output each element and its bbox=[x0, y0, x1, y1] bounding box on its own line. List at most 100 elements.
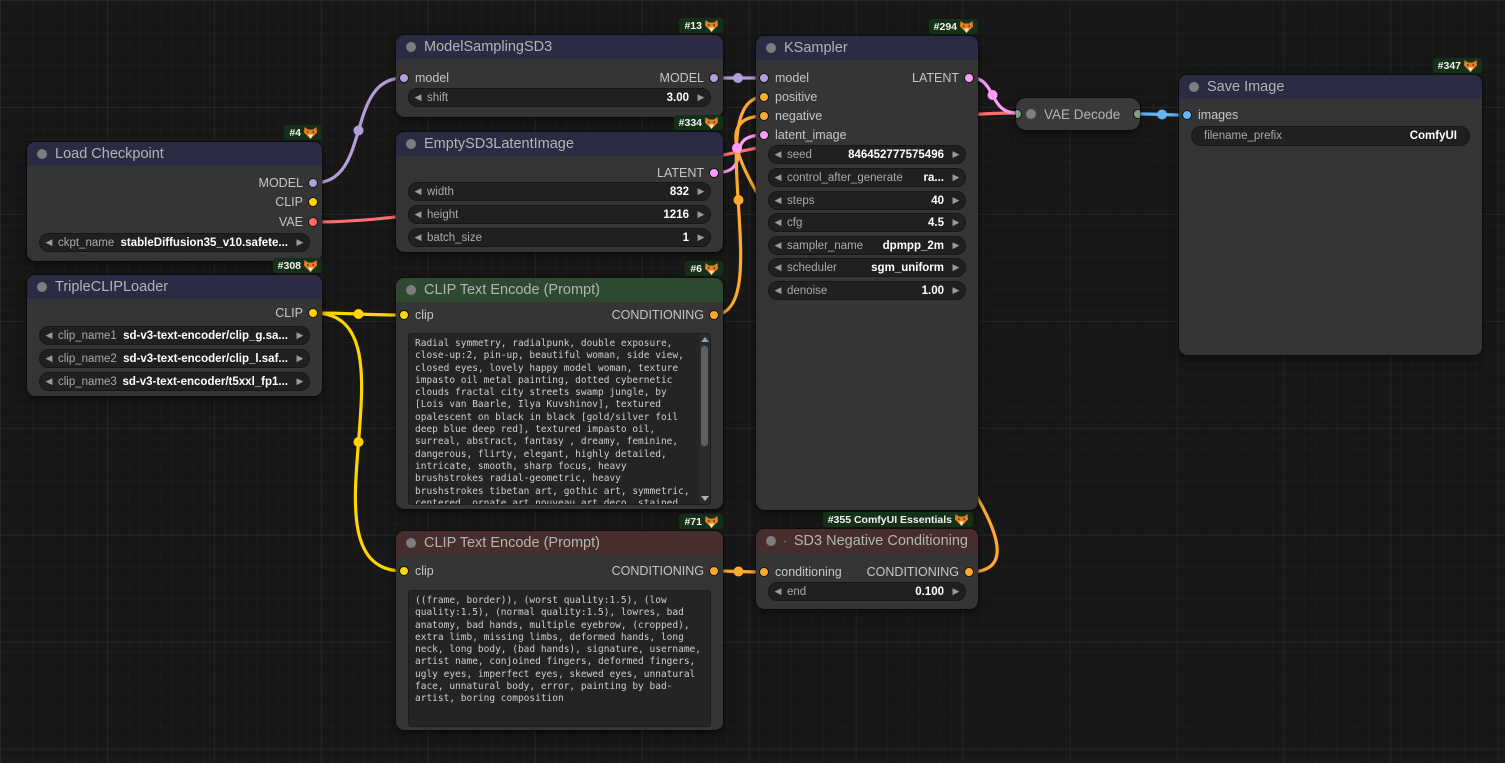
conditioning-output-port[interactable] bbox=[709, 566, 719, 576]
widget-clip-name3[interactable]: ◀ clip_name3 sd-v3-text-encoder/t5xxl_fp… bbox=[39, 372, 310, 391]
decrement-arrow-icon[interactable]: ◀ bbox=[409, 206, 427, 223]
widget-control-after-generate[interactable]: ◀ control_after_generate ra... ▶ bbox=[768, 168, 966, 187]
next-arrow-icon[interactable]: ▶ bbox=[947, 169, 965, 186]
latent-image-input-port[interactable] bbox=[758, 130, 769, 140]
clip-output-port[interactable] bbox=[308, 308, 318, 318]
widget-sampler-name[interactable]: ◀ sampler_name dpmpp_2m ▶ bbox=[768, 236, 966, 255]
decrement-arrow-icon[interactable]: ◀ bbox=[409, 183, 427, 200]
decrement-arrow-icon[interactable]: ◀ bbox=[769, 214, 787, 231]
increment-arrow-icon[interactable]: ▶ bbox=[947, 214, 965, 231]
fox-icon bbox=[705, 19, 718, 32]
next-arrow-icon[interactable]: ▶ bbox=[947, 259, 965, 276]
scroll-thumb[interactable] bbox=[701, 346, 708, 446]
increment-arrow-icon[interactable]: ▶ bbox=[947, 192, 965, 209]
node-header[interactable]: CLIP Text Encode (Prompt) bbox=[396, 531, 723, 555]
collapse-dot[interactable] bbox=[37, 149, 47, 159]
next-arrow-icon[interactable]: ▶ bbox=[291, 327, 309, 344]
clip-input-port[interactable] bbox=[398, 310, 409, 320]
collapse-dot[interactable] bbox=[766, 536, 776, 546]
collapsed-output-port[interactable] bbox=[1133, 109, 1140, 119]
collapse-dot[interactable] bbox=[406, 285, 416, 295]
node-header[interactable]: CLIP Text Encode (Prompt) bbox=[396, 278, 723, 302]
widget-denoise[interactable]: ◀ denoise 1.00 ▶ bbox=[768, 281, 966, 300]
widget-shift[interactable]: ◀ shift 3.00 ▶ bbox=[408, 88, 711, 107]
prev-arrow-icon[interactable]: ◀ bbox=[769, 169, 787, 186]
model-output-port[interactable] bbox=[709, 73, 719, 83]
prev-arrow-icon[interactable]: ◀ bbox=[40, 350, 58, 367]
positive-prompt-textarea[interactable]: Radial symmetry, radialpunk, double expo… bbox=[408, 333, 711, 505]
increment-arrow-icon[interactable]: ▶ bbox=[692, 183, 710, 200]
next-arrow-icon[interactable]: ▶ bbox=[291, 373, 309, 390]
next-arrow-icon[interactable]: ▶ bbox=[947, 237, 965, 254]
prev-arrow-icon[interactable]: ◀ bbox=[40, 373, 58, 390]
collapsed-input-port[interactable] bbox=[1016, 109, 1022, 119]
positive-input-port[interactable] bbox=[758, 92, 769, 102]
increment-arrow-icon[interactable]: ▶ bbox=[692, 229, 710, 246]
widget-cfg[interactable]: ◀ cfg 4.5 ▶ bbox=[768, 213, 966, 232]
collapse-dot[interactable] bbox=[406, 42, 416, 52]
node-vae-decode[interactable]: VAE Decode bbox=[1015, 97, 1141, 131]
node-header[interactable]: EmptySD3LatentImage bbox=[396, 132, 723, 156]
increment-arrow-icon[interactable]: ▶ bbox=[692, 89, 710, 106]
decrement-arrow-icon[interactable]: ◀ bbox=[409, 89, 427, 106]
node-header[interactable]: TripleCLIPLoader bbox=[27, 275, 322, 299]
node-header[interactable]: KSampler bbox=[756, 36, 978, 60]
scroll-up-icon[interactable] bbox=[700, 337, 709, 342]
collapse-dot[interactable] bbox=[1189, 82, 1199, 92]
decrement-arrow-icon[interactable]: ◀ bbox=[409, 229, 427, 246]
decrement-arrow-icon[interactable]: ◀ bbox=[769, 583, 787, 600]
widget-scheduler[interactable]: ◀ scheduler sgm_uniform ▶ bbox=[768, 258, 966, 277]
decrement-arrow-icon[interactable]: ◀ bbox=[769, 192, 787, 209]
increment-arrow-icon[interactable]: ▶ bbox=[692, 206, 710, 223]
decrement-arrow-icon[interactable]: ◀ bbox=[769, 282, 787, 299]
conditioning-output-port[interactable] bbox=[964, 567, 974, 577]
collapse-dot[interactable] bbox=[406, 139, 416, 149]
clip-output-port[interactable] bbox=[308, 197, 318, 207]
node-header[interactable]: SD3 Negative Conditioning bbox=[756, 529, 978, 553]
node-canvas[interactable]: #4 Load Checkpoint MODEL CLIP VAE ◀ ckpt… bbox=[0, 0, 1505, 763]
node-header[interactable]: Save Image bbox=[1179, 75, 1482, 99]
collapse-dot[interactable] bbox=[406, 538, 416, 548]
vae-output-port[interactable] bbox=[308, 217, 318, 227]
widget-batch-size[interactable]: ◀ batch_size 1 ▶ bbox=[408, 228, 711, 247]
collapse-dot[interactable] bbox=[766, 43, 776, 53]
widget-clip-name2[interactable]: ◀ clip_name2 sd-v3-text-encoder/clip_l.s… bbox=[39, 349, 310, 368]
model-output-port[interactable] bbox=[308, 178, 318, 188]
widget-width[interactable]: ◀ width 832 ▶ bbox=[408, 182, 711, 201]
widget-clip-name1[interactable]: ◀ clip_name1 sd-v3-text-encoder/clip_g.s… bbox=[39, 326, 310, 345]
prev-arrow-icon[interactable]: ◀ bbox=[769, 237, 787, 254]
scroll-down-icon[interactable] bbox=[700, 496, 709, 501]
collapse-dot[interactable] bbox=[1026, 109, 1036, 119]
conditioning-output-port[interactable] bbox=[709, 310, 719, 320]
increment-arrow-icon[interactable]: ▶ bbox=[947, 146, 965, 163]
widget-filename-prefix[interactable]: filename_prefix ComfyUI bbox=[1191, 126, 1470, 146]
next-arrow-icon[interactable]: ▶ bbox=[291, 234, 309, 251]
clip-input-port[interactable] bbox=[398, 566, 409, 576]
widget-end[interactable]: ◀ end 0.100 ▶ bbox=[768, 582, 966, 601]
prev-arrow-icon[interactable]: ◀ bbox=[40, 327, 58, 344]
images-input-port[interactable] bbox=[1181, 110, 1192, 120]
collapse-dot[interactable] bbox=[37, 282, 47, 292]
decrement-arrow-icon[interactable]: ◀ bbox=[769, 146, 787, 163]
node-header[interactable]: ModelSamplingSD3 bbox=[396, 35, 723, 59]
model-input-port[interactable] bbox=[758, 73, 769, 83]
widget-steps[interactable]: ◀ steps 40 ▶ bbox=[768, 191, 966, 210]
conditioning-input-port[interactable] bbox=[758, 567, 769, 577]
widget-label: height bbox=[427, 208, 459, 221]
latent-output-port[interactable] bbox=[964, 73, 974, 83]
widget-seed[interactable]: ◀ seed 846452777575496 ▶ bbox=[768, 145, 966, 164]
prompt-scrollbar[interactable] bbox=[699, 334, 710, 504]
increment-arrow-icon[interactable]: ▶ bbox=[947, 583, 965, 600]
widget-ckpt-name[interactable]: ◀ ckpt_name stableDiffusion35_v10.safete… bbox=[39, 233, 310, 252]
link-midpoint-dot bbox=[732, 143, 742, 153]
model-input-port[interactable] bbox=[398, 73, 409, 83]
next-arrow-icon[interactable]: ▶ bbox=[291, 350, 309, 367]
negative-prompt-textarea[interactable]: ((frame, border)), (worst quality:1.5), … bbox=[408, 590, 711, 727]
latent-output-port[interactable] bbox=[709, 168, 719, 178]
widget-height[interactable]: ◀ height 1216 ▶ bbox=[408, 205, 711, 224]
increment-arrow-icon[interactable]: ▶ bbox=[947, 282, 965, 299]
prev-arrow-icon[interactable]: ◀ bbox=[769, 259, 787, 276]
node-header[interactable]: Load Checkpoint bbox=[27, 142, 322, 166]
prev-arrow-icon[interactable]: ◀ bbox=[40, 234, 58, 251]
negative-input-port[interactable] bbox=[758, 111, 769, 121]
